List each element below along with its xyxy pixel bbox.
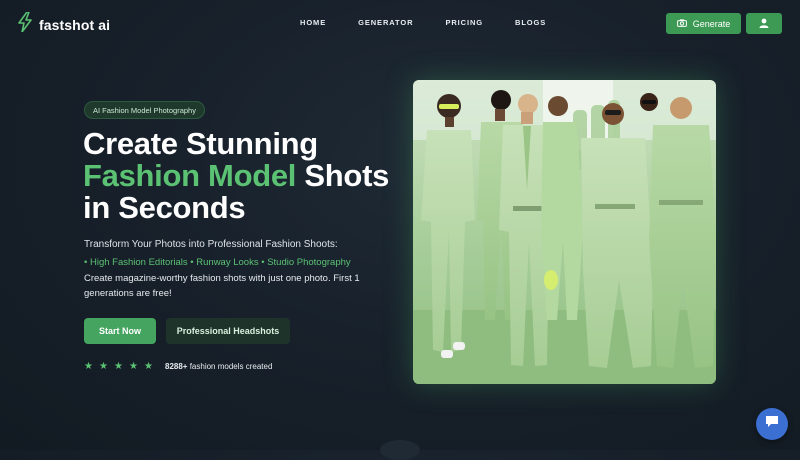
chat-button[interactable]	[756, 408, 788, 440]
headline-accent: Fashion Model	[83, 158, 297, 193]
star-icon: ★	[129, 361, 138, 372]
main-nav: HOME GENERATOR PRICING BLOGS	[300, 18, 578, 27]
rating-count: 8288+	[165, 362, 188, 371]
headline-line-3: in Seconds	[83, 190, 246, 225]
runway-photo	[413, 80, 716, 384]
camera-icon	[676, 18, 687, 29]
rating-suffix: fashion models created	[187, 362, 273, 371]
professional-headshots-button[interactable]: Professional Headshots	[166, 318, 290, 344]
headline-line-1: Create Stunning	[83, 126, 318, 161]
page-title: Create Stunning Fashion Model Shots in S…	[83, 128, 403, 224]
start-now-button[interactable]: Start Now	[84, 318, 156, 344]
feature-list: • High Fashion Editorials • Runway Looks…	[84, 257, 351, 268]
decorative-glow	[380, 440, 420, 460]
user-icon	[759, 15, 769, 33]
rating: ★ ★ ★ ★ ★ 8288+ fashion models created	[84, 361, 272, 372]
lightning-icon	[18, 11, 32, 37]
logo[interactable]: fastshot ai	[18, 11, 111, 37]
logo-text: fastshot ai	[39, 16, 111, 33]
generate-label: Generate	[692, 18, 731, 29]
nav-generator[interactable]: GENERATOR	[358, 18, 413, 27]
nav-pricing[interactable]: PRICING	[445, 18, 483, 27]
hero-description: Create magazine-worthy fashion shots wit…	[84, 273, 360, 299]
feature-item: High Fashion Editorials	[89, 257, 188, 268]
rating-text: 8288+ fashion models created	[165, 362, 272, 371]
hero-subtitle: Transform Your Photos into Professional …	[84, 239, 338, 250]
header: fastshot ai HOME GENERATOR PRICING BLOGS…	[0, 0, 800, 46]
headline-line-2: Fashion Model Shots	[83, 160, 403, 192]
nav-blogs[interactable]: BLOGS	[515, 18, 546, 27]
generate-button[interactable]: Generate	[666, 13, 741, 34]
star-icon: ★	[99, 361, 108, 372]
star-icon: ★	[114, 361, 123, 372]
hero-badge: AI Fashion Model Photography	[84, 101, 205, 119]
feature-item: Studio Photography	[267, 257, 351, 268]
nav-home[interactable]: HOME	[300, 18, 326, 27]
star-icon: ★	[84, 361, 93, 372]
hero-image	[413, 80, 716, 384]
chat-icon	[765, 415, 779, 433]
headline-line-2-rest: Shots	[296, 158, 390, 193]
feature-item: Runway Looks	[196, 257, 259, 268]
star-icon: ★	[144, 361, 153, 372]
user-button[interactable]	[746, 13, 782, 34]
